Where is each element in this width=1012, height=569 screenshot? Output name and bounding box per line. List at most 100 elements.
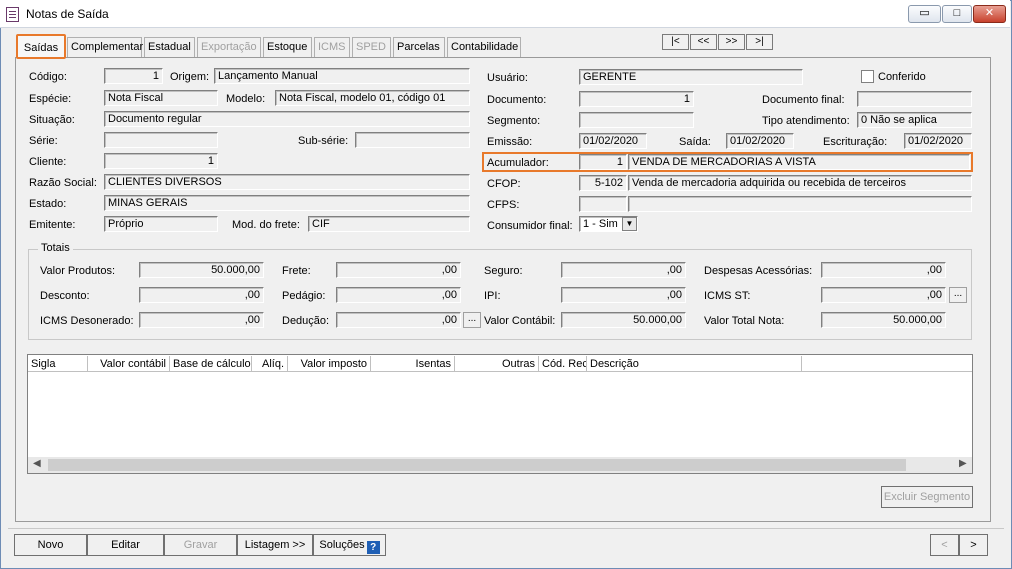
saida-label: Saída: bbox=[679, 136, 711, 148]
divider bbox=[8, 528, 1004, 529]
first-record-button[interactable]: |< bbox=[662, 34, 689, 50]
despesas-acessorias-label: Despesas Acessórias: bbox=[704, 265, 813, 277]
solucoes-button[interactable]: Soluções? bbox=[313, 534, 386, 556]
pedagio-field[interactable]: ,00 bbox=[336, 287, 461, 303]
frete-field[interactable]: ,00 bbox=[336, 262, 461, 278]
maximize-button[interactable]: □ bbox=[942, 5, 972, 23]
serie-label: Série: bbox=[29, 135, 58, 147]
next-record-button[interactable]: >> bbox=[718, 34, 745, 50]
chevron-down-icon[interactable]: ▼ bbox=[622, 217, 637, 231]
column-header-isentas[interactable]: Isentas bbox=[371, 356, 455, 372]
totais-title: Totais bbox=[38, 242, 73, 254]
previous-record-button[interactable]: << bbox=[690, 34, 717, 50]
last-record-button[interactable]: >| bbox=[746, 34, 773, 50]
column-header-cod-rec[interactable]: Cód. Rec. bbox=[539, 356, 587, 372]
icms-st-lookup-button[interactable]: ... bbox=[949, 287, 967, 303]
scroll-right-icon[interactable]: ▶ bbox=[959, 458, 967, 469]
column-header-sigla[interactable]: Sigla bbox=[28, 356, 88, 372]
tab-estoque[interactable]: Estoque bbox=[263, 37, 312, 57]
icms-desonerado-label: ICMS Desonerado: bbox=[40, 315, 134, 327]
column-header-base-calculo[interactable]: Base de cálculo bbox=[170, 356, 252, 372]
valor-contabil-label: Valor Contábil: bbox=[484, 315, 556, 327]
editar-button[interactable]: Editar bbox=[87, 534, 164, 556]
estado-field[interactable]: MINAS GERAIS bbox=[104, 195, 470, 211]
next-page-button[interactable]: > bbox=[959, 534, 988, 556]
tab-complementar[interactable]: Complementar bbox=[67, 37, 143, 57]
icms-st-label: ICMS ST: bbox=[704, 290, 751, 302]
tab-icms[interactable]: ICMS bbox=[314, 37, 350, 57]
escrituracao-label: Escrituração: bbox=[823, 136, 888, 148]
usuario-label: Usuário: bbox=[487, 72, 528, 84]
cfps-code-field[interactable] bbox=[579, 196, 627, 212]
situacao-field[interactable]: Documento regular bbox=[104, 111, 470, 127]
emitente-field[interactable]: Próprio bbox=[104, 216, 218, 232]
subserie-field[interactable] bbox=[355, 132, 470, 148]
cfps-label: CFPS: bbox=[487, 199, 520, 211]
mod-frete-field[interactable]: CIF bbox=[308, 216, 470, 232]
codigo-field[interactable]: 1 bbox=[104, 68, 163, 84]
help-icon: ? bbox=[366, 541, 380, 554]
escrituracao-field[interactable]: 01/02/2020 bbox=[904, 133, 972, 149]
gravar-button[interactable]: Gravar bbox=[164, 534, 237, 556]
cliente-field[interactable]: 1 bbox=[104, 153, 218, 169]
emissao-field[interactable]: 01/02/2020 bbox=[579, 133, 647, 149]
acumulador-description-field[interactable]: VENDA DE MERCADORIAS A VISTA bbox=[628, 154, 970, 170]
razao-social-label: Razão Social: bbox=[29, 177, 97, 189]
valor-total-nota-label: Valor Total Nota: bbox=[704, 315, 785, 327]
documento-field[interactable]: 1 bbox=[579, 91, 694, 107]
desconto-field[interactable]: ,00 bbox=[139, 287, 264, 303]
serie-field[interactable] bbox=[104, 132, 218, 148]
mod-frete-label: Mod. do frete: bbox=[232, 219, 300, 231]
codigo-label: Código: bbox=[29, 71, 67, 83]
tipo-atendimento-field[interactable]: 0 Não se aplica bbox=[857, 112, 972, 128]
scrollbar-thumb[interactable] bbox=[48, 459, 906, 471]
novo-button[interactable]: Novo bbox=[14, 534, 87, 556]
tab-exportacao[interactable]: Exportação bbox=[197, 37, 261, 57]
excluir-segmento-button[interactable]: Excluir Segmento bbox=[881, 486, 973, 508]
deducao-lookup-button[interactable]: ... bbox=[463, 312, 481, 328]
previous-page-button[interactable]: < bbox=[930, 534, 959, 556]
column-header-valor-imposto[interactable]: Valor imposto bbox=[288, 356, 371, 372]
document-icon bbox=[6, 7, 19, 22]
especie-field[interactable]: Nota Fiscal bbox=[104, 90, 218, 106]
minimize-button[interactable]: ▭ bbox=[908, 5, 941, 23]
acumulador-code-field[interactable]: 1 bbox=[579, 154, 627, 170]
origem-field[interactable]: Lançamento Manual bbox=[214, 68, 470, 84]
acumulador-label: Acumulador: bbox=[487, 157, 549, 169]
documento-final-field[interactable] bbox=[857, 91, 972, 107]
modelo-field[interactable]: Nota Fiscal, modelo 01, código 01 bbox=[275, 90, 470, 106]
valor-contabil-field[interactable]: 50.000,00 bbox=[561, 312, 686, 328]
tab-contabilidade[interactable]: Contabilidade bbox=[447, 37, 521, 57]
column-header-outras[interactable]: Outras bbox=[455, 356, 539, 372]
cfop-code-field[interactable]: 5-102 bbox=[579, 175, 627, 191]
column-header-valor-contabil[interactable]: Valor contábil bbox=[88, 356, 170, 372]
valor-total-nota-field[interactable]: 50.000,00 bbox=[821, 312, 946, 328]
conferido-checkbox[interactable] bbox=[861, 70, 874, 83]
tab-saidas[interactable]: Saídas bbox=[16, 34, 66, 59]
razao-social-field[interactable]: CLIENTES DIVERSOS bbox=[104, 174, 470, 190]
despesas-acessorias-field[interactable]: ,00 bbox=[821, 262, 946, 278]
listagem-button[interactable]: Listagem >> bbox=[237, 534, 313, 556]
close-button[interactable]: ✕ bbox=[973, 5, 1006, 23]
segment-grid[interactable] bbox=[27, 354, 973, 474]
frete-label: Frete: bbox=[282, 265, 311, 277]
seguro-field[interactable]: ,00 bbox=[561, 262, 686, 278]
cfps-description-field[interactable] bbox=[628, 196, 972, 212]
solucoes-label: Soluções bbox=[319, 539, 365, 551]
cfop-description-field[interactable]: Venda de mercadoria adquirida ou recebid… bbox=[628, 175, 972, 191]
column-header-descricao[interactable]: Descrição bbox=[587, 356, 802, 372]
column-header-aliquota[interactable]: Alíq. bbox=[252, 356, 288, 372]
icms-st-field[interactable]: ,00 bbox=[821, 287, 946, 303]
tab-parcelas[interactable]: Parcelas bbox=[393, 37, 445, 57]
scroll-left-icon[interactable]: ◀ bbox=[33, 458, 41, 469]
deducao-field[interactable]: ,00 bbox=[336, 312, 461, 328]
usuario-field[interactable]: GERENTE bbox=[579, 69, 803, 85]
modelo-label: Modelo: bbox=[226, 93, 266, 105]
valor-produtos-field[interactable]: 50.000,00 bbox=[139, 262, 264, 278]
icms-desonerado-field[interactable]: ,00 bbox=[139, 312, 264, 328]
saida-field[interactable]: 01/02/2020 bbox=[726, 133, 794, 149]
segmento-field[interactable] bbox=[579, 112, 694, 128]
tab-estadual[interactable]: Estadual bbox=[144, 37, 195, 57]
ipi-field[interactable]: ,00 bbox=[561, 287, 686, 303]
tab-sped[interactable]: SPED bbox=[352, 37, 391, 57]
